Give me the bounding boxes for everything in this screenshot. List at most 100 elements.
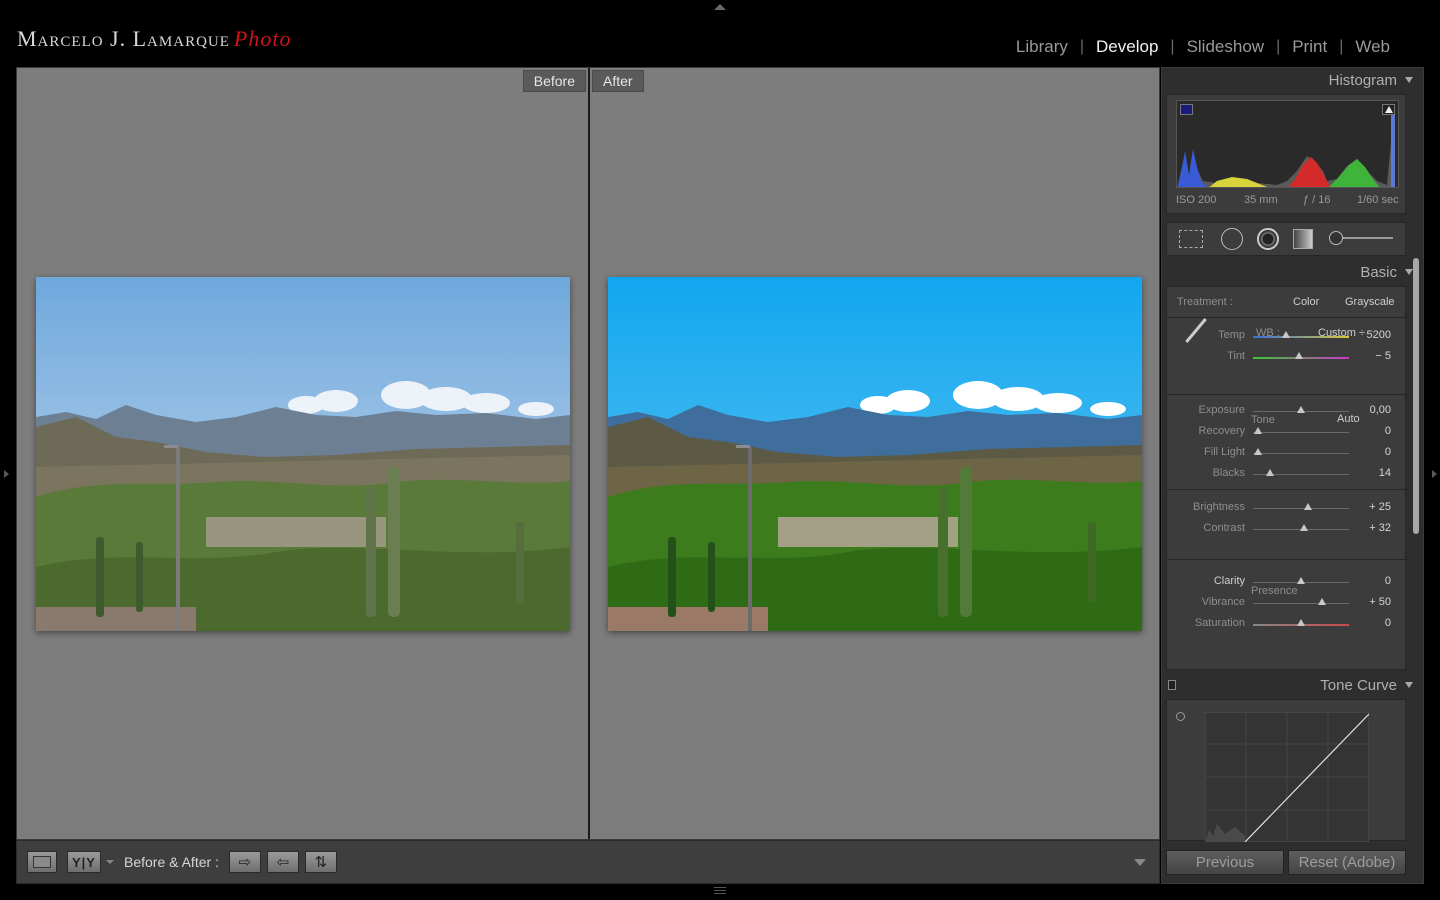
module-develop[interactable]: Develop [1084,37,1170,57]
treatment-grayscale-option[interactable]: Grayscale [1345,296,1395,308]
module-slideshow[interactable]: Slideshow [1175,37,1277,57]
before-after-view-button[interactable]: Y|Y [67,851,101,873]
slider-value-vibrance[interactable]: + 50 [1353,596,1391,608]
separator [1167,559,1407,560]
slider-label-exposure: Exposure [1198,404,1245,416]
image-canvas: Before After [16,67,1160,840]
right-panel-toggle-icon[interactable] [1432,470,1437,478]
separator [1167,489,1407,490]
slider-thumb-temp[interactable] [1281,331,1290,338]
histogram-graph [1176,100,1399,188]
slider-thumb-blacks[interactable] [1266,469,1275,476]
tone-curve-toggle-icon[interactable] [1168,680,1176,690]
slider-value-fill-light[interactable]: 0 [1353,446,1391,458]
histogram-collapse-icon[interactable] [1405,77,1413,83]
crop-icon[interactable] [1179,230,1203,248]
before-pane: Before [17,68,588,839]
slider-value-saturation[interactable]: 0 [1353,617,1391,629]
slider-thumb-vibrance[interactable] [1318,598,1327,605]
after-pane: After [590,68,1159,839]
basic-header[interactable]: Basic [1360,264,1397,281]
histogram-shutter: 1/60 sec [1357,194,1399,206]
after-photo-image [608,277,1142,631]
slider-track-vibrance[interactable] [1253,603,1349,604]
slider-thumb-saturation[interactable] [1297,619,1305,626]
slider-thumb-exposure[interactable] [1297,406,1305,413]
slider-value-exposure[interactable]: 0,00 [1353,404,1391,416]
slider-label-blacks: Blacks [1212,467,1245,479]
module-library[interactable]: Library [1004,37,1080,57]
treatment-color-option[interactable]: Color [1293,296,1319,308]
before-after-label: Before & After : [124,854,219,870]
slider-value-clarity[interactable]: 0 [1353,575,1391,587]
top-panel-toggle-icon[interactable] [714,4,726,10]
previous-button[interactable]: Previous [1166,850,1284,875]
arrow-left-icon: ⇦ [276,854,290,871]
target-adjust-icon[interactable] [1176,712,1185,721]
slider-track-brightness[interactable] [1253,508,1349,509]
slider-track-recovery[interactable] [1253,432,1349,433]
graduated-filter-icon[interactable] [1293,229,1313,249]
toolbar-options-icon[interactable] [1134,859,1146,866]
tone-curve-collapse-icon[interactable] [1405,682,1413,688]
slider-value-tint[interactable]: − 5 [1353,350,1391,362]
slider-value-temp[interactable]: 5200 [1353,329,1391,341]
shadow-clipping-icon[interactable] [1180,104,1193,115]
slider-label-fill-light: Fill Light [1204,446,1245,458]
slider-track-temp[interactable] [1253,336,1349,338]
histogram-aperture: ƒ / 16 [1303,194,1331,206]
slider-label-saturation: Saturation [1194,617,1245,629]
copy-before-to-after-button[interactable]: ⇨ [228,851,261,873]
tone-curve-header[interactable]: Tone Curve [1320,677,1397,694]
slider-thumb-brightness[interactable] [1303,503,1312,510]
tone-curve-graph[interactable] [1205,712,1369,842]
module-print[interactable]: Print [1280,37,1339,57]
slider-thumb-recovery[interactable] [1253,427,1262,434]
before-label: Before [522,70,586,92]
slider-label-brightness: Brightness [1193,501,1245,513]
before-photo[interactable] [36,277,570,631]
presence-label: Presence [1251,585,1298,597]
loupe-view-button[interactable] [27,851,57,873]
slider-label-contrast: Contrast [1203,522,1245,534]
slider-label-temp: Temp [1218,329,1245,341]
slider-value-brightness[interactable]: + 25 [1353,501,1391,513]
right-panel: Histogram ISO 200 35 mm ƒ / 16 1/60 sec [1161,67,1424,884]
slider-label-clarity: Clarity [1213,575,1245,587]
slider-value-blacks[interactable]: 14 [1353,467,1391,479]
module-web[interactable]: Web [1343,37,1402,57]
identity-plate: Marcelo J. Lamarque Photo [17,26,291,52]
tone-label: Tone [1251,414,1275,426]
after-photo[interactable] [608,277,1142,631]
histogram-header[interactable]: Histogram [1329,72,1397,89]
slider-thumb-contrast[interactable] [1299,524,1308,531]
slider-track-fill-light[interactable] [1253,453,1349,454]
panel-scrollbar[interactable] [1413,258,1419,534]
slider-thumb-fill-light[interactable] [1253,448,1262,455]
tone-curve-panel [1166,699,1406,842]
slider-label-vibrance: Vibrance [1201,596,1245,608]
reset-button[interactable]: Reset (Adobe) [1288,850,1406,875]
histogram-iso: ISO 200 [1176,194,1217,206]
slider-value-contrast[interactable]: + 32 [1353,522,1391,534]
swap-icon: ⇅ [314,854,328,871]
view-dropdown-icon[interactable] [106,860,114,864]
histogram-focal-length: 35 mm [1244,194,1278,206]
red-eye-icon[interactable] [1257,228,1279,250]
tool-strip [1166,222,1406,256]
separator [1167,394,1407,395]
develop-toolbar: Y|Y Before & After : ⇨ ⇦ ⇅ [16,840,1160,884]
spot-removal-icon[interactable] [1221,228,1243,250]
swap-before-after-button[interactable]: ⇅ [304,851,337,873]
highlight-clipping-icon[interactable] [1382,104,1395,115]
histogram-box: ISO 200 35 mm ƒ / 16 1/60 sec [1166,94,1406,214]
slider-thumb-tint[interactable] [1295,352,1304,359]
copy-after-to-before-button[interactable]: ⇦ [266,851,299,873]
slider-label-tint: Tint [1227,350,1245,362]
slider-thumb-clarity[interactable] [1297,577,1305,584]
filmstrip-toggle-icon[interactable] [714,886,726,894]
basic-collapse-icon[interactable] [1405,269,1413,275]
before-photo-image [36,277,570,631]
left-panel-toggle-icon[interactable] [4,470,9,478]
slider-value-recovery[interactable]: 0 [1353,425,1391,437]
